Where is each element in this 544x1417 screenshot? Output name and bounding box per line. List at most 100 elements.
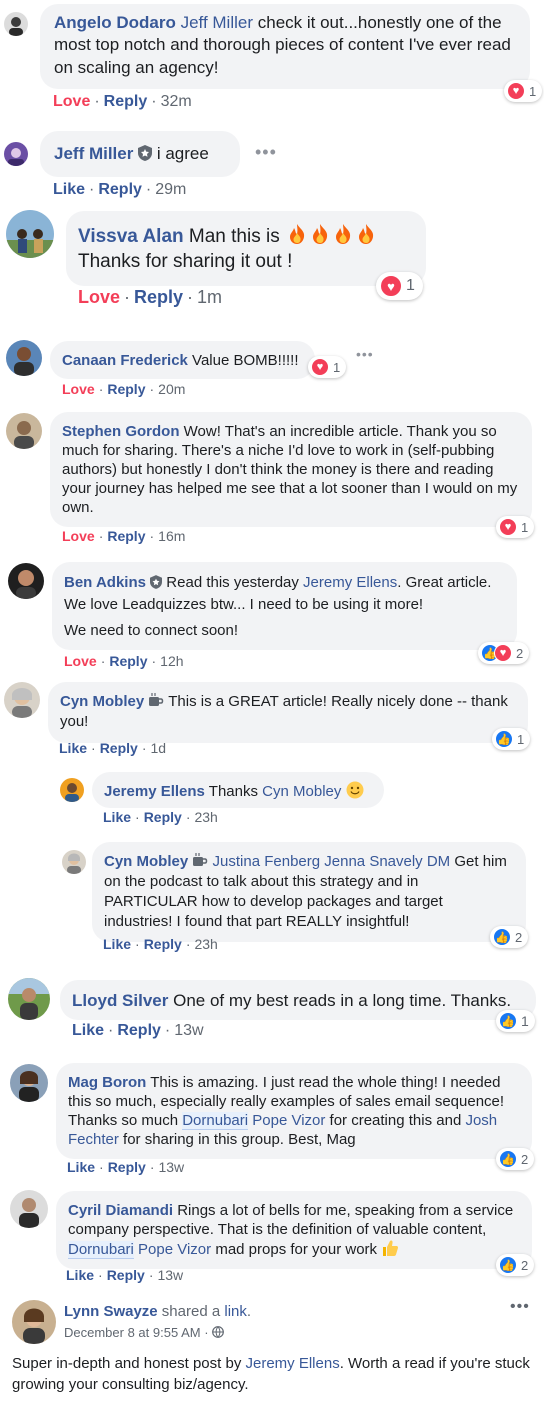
avatar[interactable]	[62, 850, 86, 874]
reply-action[interactable]: Reply	[98, 181, 142, 198]
commenter-name[interactable]: Cyn Mobley	[104, 853, 188, 870]
reply-action[interactable]: Reply	[144, 809, 182, 825]
timestamp[interactable]: 13w	[158, 1159, 184, 1175]
timestamp[interactable]: 13w	[157, 1267, 183, 1283]
reply-action[interactable]: Reply	[134, 287, 183, 307]
mention-link[interactable]: Jeremy Ellens	[246, 1355, 340, 1372]
timestamp[interactable]: 29m	[155, 181, 186, 198]
commenter-name[interactable]: Canaan Frederick	[62, 352, 188, 369]
commenter-name[interactable]: Jeremy Ellens	[104, 783, 205, 800]
avatar[interactable]	[8, 978, 50, 1020]
reply-action[interactable]: Reply	[117, 1022, 161, 1039]
like-action[interactable]: Like	[72, 1022, 104, 1039]
avatar[interactable]	[4, 12, 28, 36]
reaction-summary[interactable]: 👍 1	[492, 728, 531, 750]
comment-mag-boron: Mag Boron This is amazing. I just read t…	[0, 1060, 544, 1184]
reply-action[interactable]: Reply	[100, 740, 138, 756]
reply-action[interactable]: Reply	[104, 93, 148, 110]
love-action[interactable]: Love	[64, 653, 97, 669]
like-reaction-icon: 👍	[499, 1256, 517, 1274]
comment-bubble: Mag Boron This is amazing. I just read t…	[56, 1063, 532, 1160]
timestamp[interactable]: 23h	[194, 809, 217, 825]
love-action[interactable]: Love	[78, 287, 120, 307]
mention-link[interactable]: Cyn Mobley	[262, 783, 341, 800]
post-author[interactable]: Lynn Swayze	[64, 1303, 158, 1320]
reply-action[interactable]: Reply	[108, 1159, 146, 1175]
reaction-summary[interactable]: 👍 2	[496, 1254, 535, 1276]
love-action[interactable]: Love	[62, 381, 95, 397]
timestamp[interactable]: 23h	[194, 936, 217, 952]
love-action[interactable]: Love	[53, 93, 90, 110]
timestamp[interactable]: 1m	[197, 287, 222, 307]
reaction-summary[interactable]: 👍 ♥ 2	[478, 642, 530, 664]
like-action[interactable]: Like	[103, 936, 131, 952]
love-reaction-icon: ♥	[494, 644, 512, 662]
love-action[interactable]: Love	[62, 528, 95, 544]
timestamp[interactable]: 32m	[161, 93, 192, 110]
timestamp[interactable]: 13w	[174, 1022, 203, 1039]
commenter-name[interactable]: Angelo Dodaro	[54, 13, 176, 32]
reply-action[interactable]: Reply	[107, 1267, 145, 1283]
commenter-name[interactable]: Mag Boron	[68, 1074, 146, 1091]
avatar[interactable]	[4, 142, 28, 166]
reply-bubble: Jeremy Ellens Thanks Cyn Mobley	[92, 772, 384, 808]
post-date[interactable]: December 8 at 9:55 AM	[64, 1325, 201, 1340]
avatar[interactable]	[12, 1300, 56, 1344]
timestamp[interactable]: 16m	[158, 528, 185, 544]
mention-link[interactable]: Jeremy Ellens	[303, 574, 397, 591]
reply-bubble: Cyn Mobley Justina Fenberg Jenna Snavely…	[92, 842, 526, 942]
mention-tag[interactable]: Dornubari	[182, 1112, 249, 1131]
reaction-summary[interactable]: 👍 2	[490, 926, 529, 948]
reaction-summary[interactable]: 👍 2	[496, 1148, 535, 1170]
more-options-icon[interactable]: •••	[255, 142, 277, 163]
reply-action[interactable]: Reply	[109, 653, 147, 669]
timestamp[interactable]: 12h	[160, 653, 183, 669]
commenter-name[interactable]: Cyn Mobley	[60, 693, 144, 710]
like-action[interactable]: Like	[66, 1267, 94, 1283]
commenter-name[interactable]: Cyril Diamandi	[68, 1202, 173, 1219]
reaction-summary[interactable]: ♥ 1	[308, 356, 347, 378]
reply-action[interactable]: Reply	[107, 381, 145, 397]
reaction-summary[interactable]: 👍 1	[496, 1010, 535, 1032]
mention-link[interactable]: Jeff Miller	[181, 13, 253, 32]
avatar[interactable]	[6, 413, 42, 449]
mention-tag[interactable]: Dornubari	[68, 1241, 134, 1260]
reply-actions: Like · Reply · 23h	[103, 809, 218, 825]
timestamp[interactable]: 1d	[150, 740, 166, 756]
avatar[interactable]	[8, 563, 44, 599]
like-action[interactable]: Like	[53, 181, 85, 198]
avatar[interactable]	[10, 1190, 48, 1228]
commenter-name[interactable]: Stephen Gordon	[62, 423, 180, 440]
avatar[interactable]	[6, 210, 54, 258]
commenter-name[interactable]: Vissva Alan	[78, 226, 184, 247]
avatar[interactable]	[60, 778, 84, 802]
avatar[interactable]	[10, 1064, 48, 1102]
more-options-icon[interactable]: •••	[356, 346, 374, 362]
timestamp[interactable]: 20m	[158, 381, 185, 397]
reply-action[interactable]: Reply	[144, 936, 182, 952]
post-body: Super in-depth and honest post by Jeremy…	[12, 1355, 530, 1393]
like-action[interactable]: Like	[67, 1159, 95, 1175]
comment-actions: Like · Reply · 29m	[53, 181, 187, 198]
mention-link[interactable]: Pope Vizor	[134, 1241, 211, 1258]
mention-link[interactable]: Pope Vizor	[248, 1112, 325, 1129]
commenter-name[interactable]: Jeff Miller	[54, 144, 133, 163]
reaction-summary[interactable]: ♥ 1	[504, 80, 543, 102]
like-reaction-icon: 👍	[493, 928, 511, 946]
love-reaction-icon: ♥	[499, 518, 517, 536]
like-action[interactable]: Like	[59, 740, 87, 756]
reaction-summary[interactable]: ♥ 1	[376, 272, 423, 300]
avatar[interactable]	[6, 340, 42, 376]
reply-action[interactable]: Reply	[107, 528, 145, 544]
reaction-summary[interactable]: ♥ 1	[496, 516, 535, 538]
admin-shield-icon	[150, 575, 163, 589]
post-options-icon[interactable]: •••	[510, 1298, 530, 1316]
mention-link[interactable]: Justina Fenberg	[213, 853, 321, 870]
commenter-name[interactable]: Ben Adkins	[64, 574, 146, 591]
like-action[interactable]: Like	[103, 809, 131, 825]
comment-angelo-dodaro: Angelo Dodaro Jeff Miller check it out..…	[0, 0, 544, 118]
mention-link[interactable]: Jenna Snavely DM	[324, 853, 450, 870]
avatar[interactable]	[4, 682, 40, 718]
shared-link[interactable]: link	[224, 1303, 247, 1320]
commenter-name[interactable]: Lloyd Silver	[72, 991, 168, 1010]
